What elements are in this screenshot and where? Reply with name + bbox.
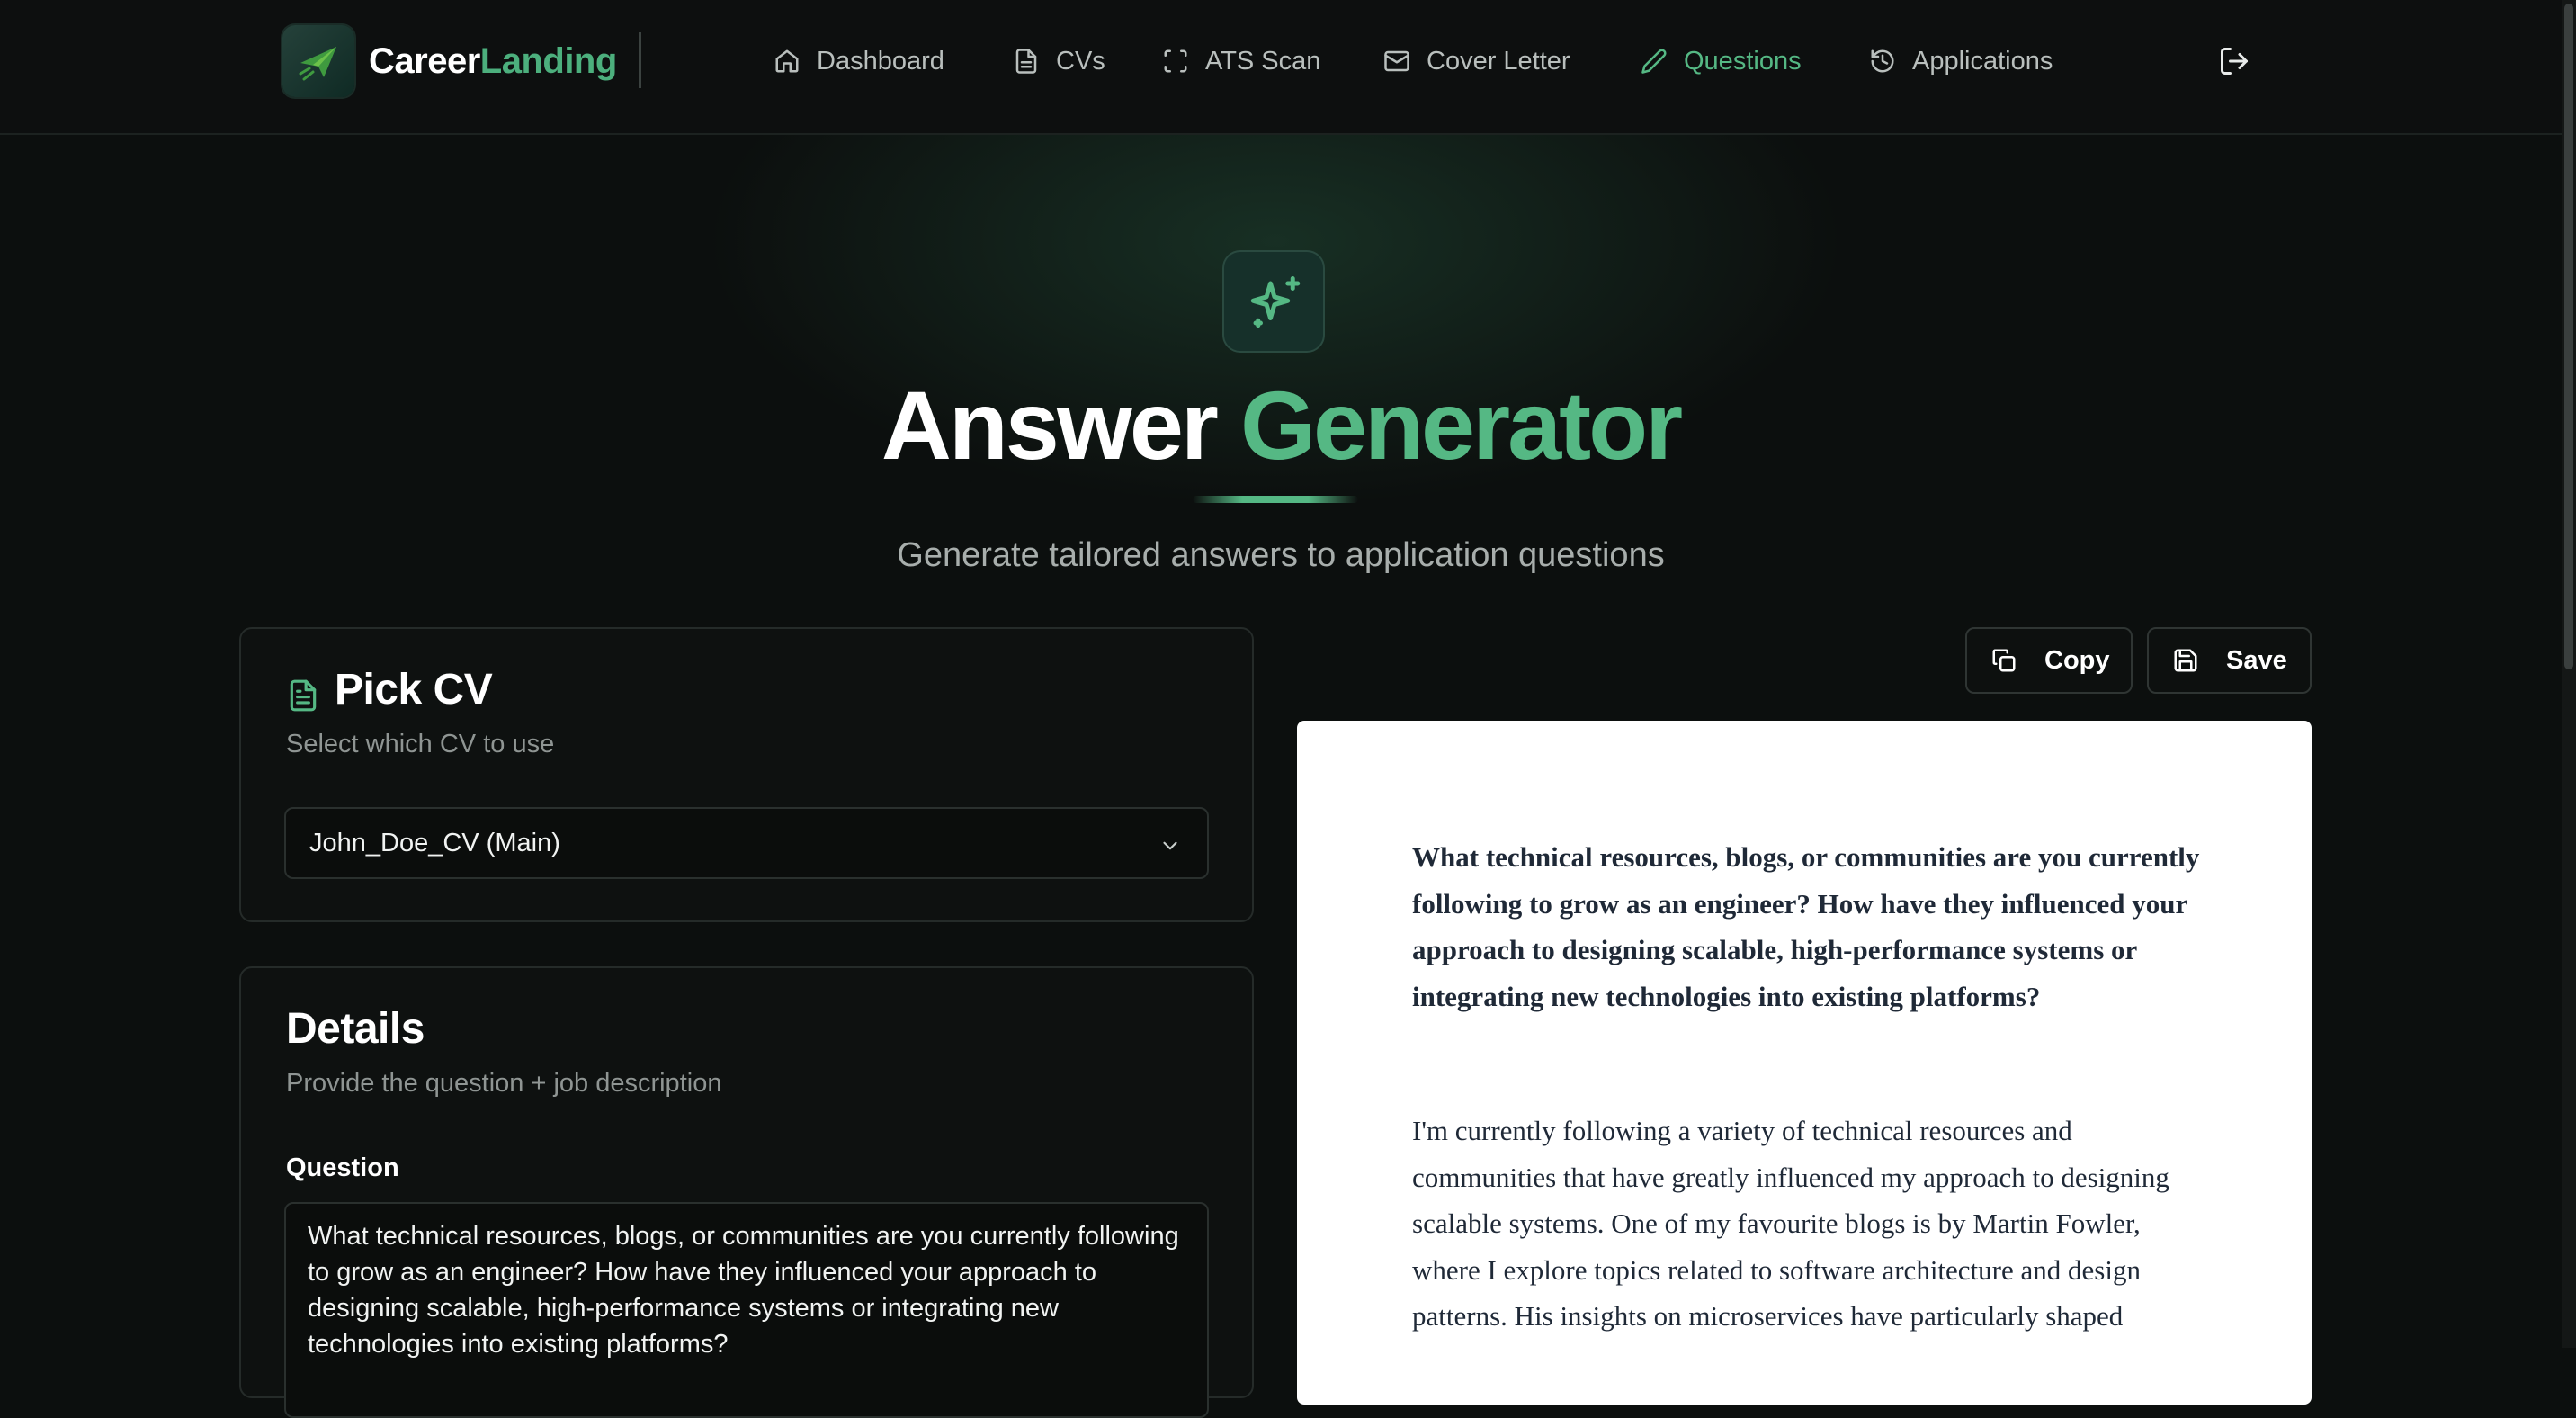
copy-button-label: Copy xyxy=(2044,645,2110,675)
copy-button[interactable]: Copy xyxy=(1965,627,2133,694)
page-scrollbar-thumb[interactable] xyxy=(2564,4,2573,669)
pick-cv-icon xyxy=(286,678,320,718)
logout-icon xyxy=(2221,48,2248,75)
home-icon xyxy=(775,49,799,73)
file-icon xyxy=(1015,49,1037,74)
question-label: Question xyxy=(286,1153,399,1182)
nav-item-ats-scan[interactable]: ATS Scan xyxy=(1162,43,1320,79)
pick-cv-card: Pick CV Select which CV to use John_Doe_… xyxy=(239,627,1254,922)
brand-divider xyxy=(639,32,641,88)
nav-item-label: CVs xyxy=(1056,46,1105,76)
details-title: Details xyxy=(286,1005,425,1053)
page-title-part2: Generator xyxy=(1239,371,1683,480)
question-textarea[interactable]: What technical resources, blogs, or comm… xyxy=(284,1202,1209,1418)
chevron-down-icon xyxy=(1163,841,1177,850)
generated-answer-document: What technical resources, blogs, or comm… xyxy=(1297,721,2312,1405)
nav-item-label: Dashboard xyxy=(817,46,944,76)
copy-icon xyxy=(1992,649,2016,672)
hero-icon-badge xyxy=(1222,250,1325,353)
save-button-label: Save xyxy=(2226,645,2287,675)
pick-cv-title: Pick CV xyxy=(335,666,493,713)
paper-plane-icon xyxy=(299,47,336,81)
document-question: What technical resources, blogs, or comm… xyxy=(1412,841,2200,1012)
cv-select-value: John_Doe_CV (Main) xyxy=(309,829,560,857)
nav-item-label: Cover Letter xyxy=(1427,46,1570,76)
nav-item-cover-letter[interactable]: Cover Letter xyxy=(1383,43,1570,79)
nav-item-label: ATS Scan xyxy=(1205,46,1321,76)
history-icon xyxy=(1871,49,1894,73)
brand-name[interactable]: CareerLanding xyxy=(369,41,617,82)
sparkles-icon xyxy=(1250,276,1301,328)
file-text-icon xyxy=(290,679,317,712)
brand-logo[interactable] xyxy=(282,25,354,97)
nav-item-applications[interactable]: Applications xyxy=(1869,43,2053,79)
details-subtitle: Provide the question + job description xyxy=(286,1069,722,1098)
scan-icon xyxy=(1164,49,1187,73)
pick-cv-subtitle: Select which CV to use xyxy=(286,730,555,758)
title-underline xyxy=(1193,496,1358,503)
nav-item-dashboard[interactable]: Dashboard xyxy=(774,43,944,79)
mail-icon xyxy=(1384,50,1409,72)
page-title: Answer Generator xyxy=(0,367,2562,484)
save-button[interactable]: Save xyxy=(2147,627,2312,694)
page-title-part1: Answer xyxy=(881,371,1219,480)
nav-item-label: Applications xyxy=(1912,46,2053,76)
brand-name-part2: Landing xyxy=(479,41,618,81)
brand-name-part1: Career xyxy=(369,41,480,81)
logout-button[interactable] xyxy=(2218,45,2250,82)
cv-select[interactable]: John_Doe_CV (Main) xyxy=(284,807,1209,879)
save-icon xyxy=(2174,649,2197,672)
pencil-icon xyxy=(1641,49,1667,74)
details-card: Details Provide the question + job descr… xyxy=(239,966,1254,1418)
nav-item-label: Questions xyxy=(1684,46,1802,76)
top-navbar: CareerLanding Dashboard CVs ATS Scan Cov… xyxy=(0,0,2576,135)
document-answer: I'm currently following a variety of tec… xyxy=(1412,1115,2169,1332)
page-subtitle: Generate tailored answers to application… xyxy=(897,536,1665,574)
nav-item-questions[interactable]: Questions xyxy=(1641,43,1802,79)
nav-item-cvs[interactable]: CVs xyxy=(1013,43,1105,79)
